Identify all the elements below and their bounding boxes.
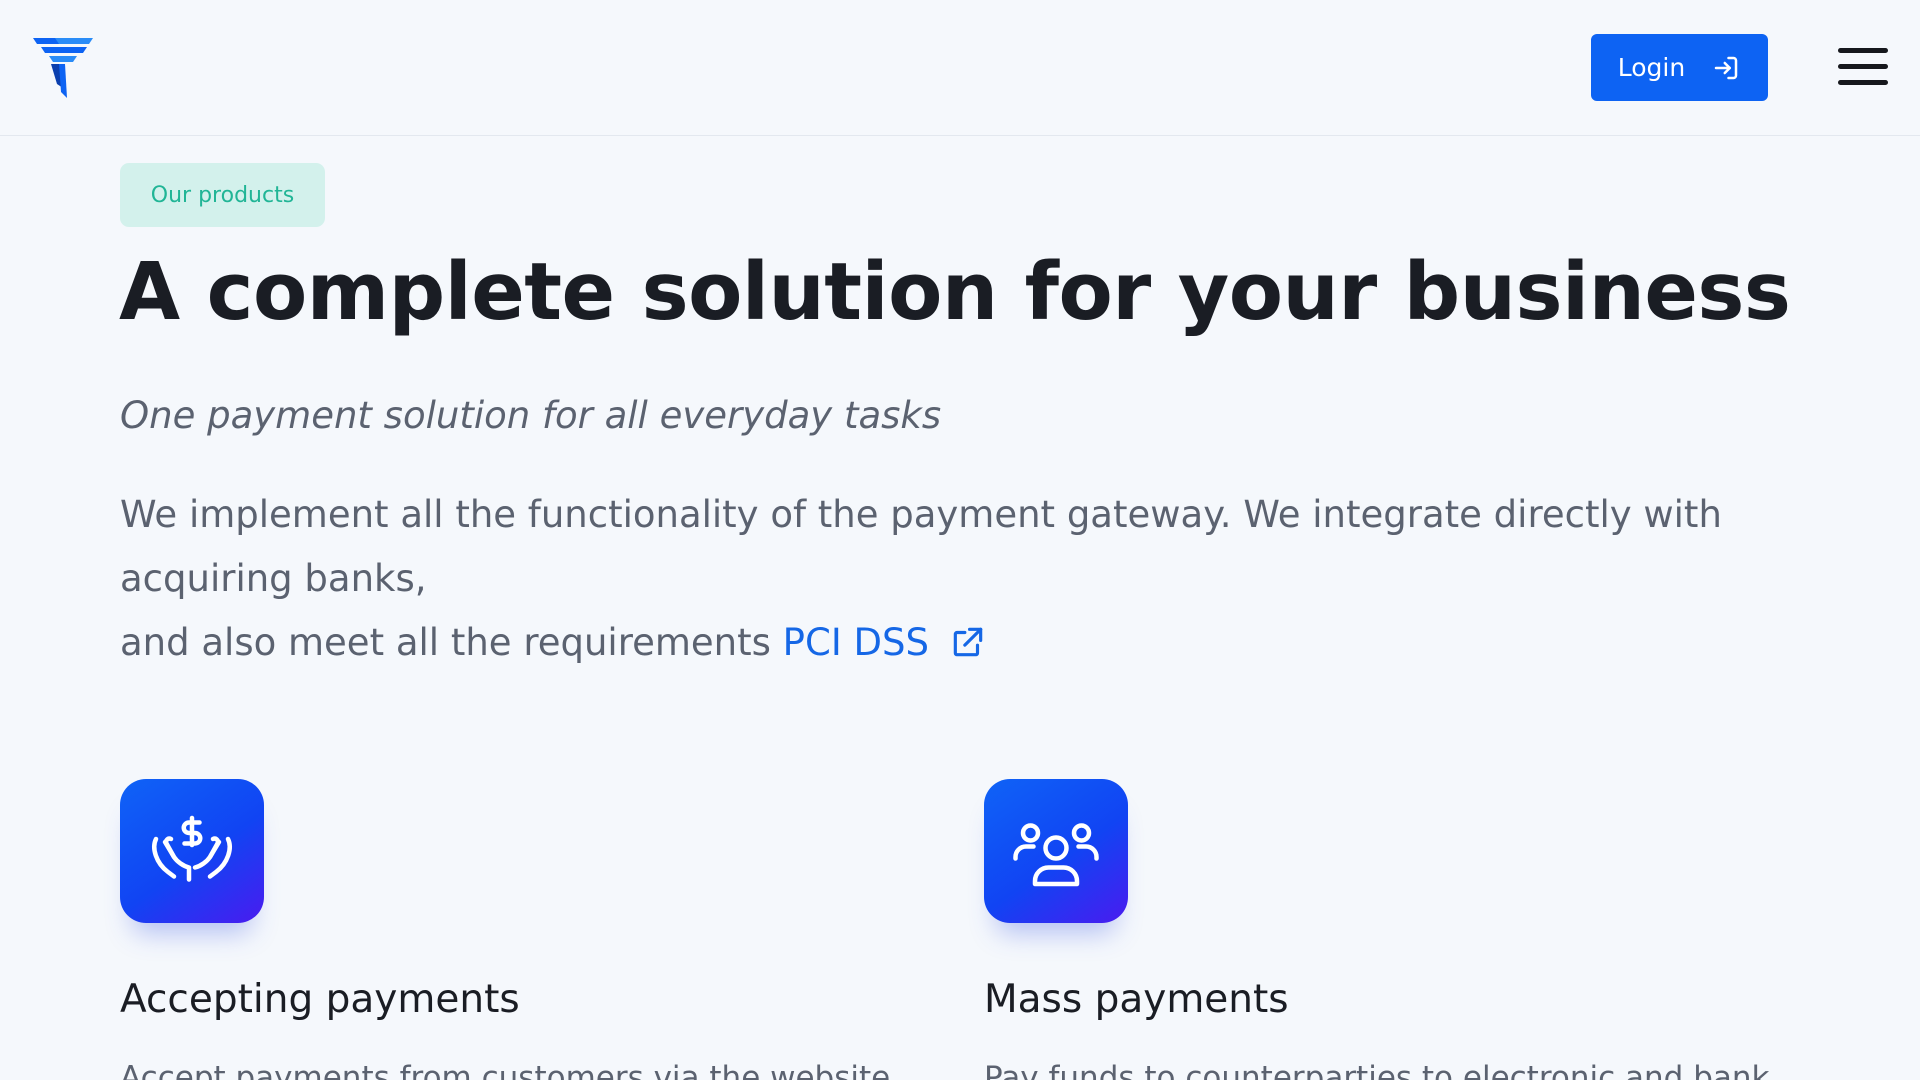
login-arrow-icon	[1714, 56, 1738, 79]
product-card-mass-payments[interactable]: Mass payments Pay funds to counterpartie…	[984, 779, 1784, 1080]
hero-description: We implement all the functionality of th…	[120, 483, 1860, 675]
page-title: A complete solution for your business	[119, 246, 1791, 338]
description-line-1: We implement all the functionality of th…	[120, 493, 1722, 536]
card-title: Accepting payments	[120, 977, 520, 1022]
card-description: Accept payments from customers via the w…	[120, 1060, 891, 1080]
hand-dollar-icon	[120, 779, 264, 923]
product-card-accepting-payments[interactable]: Accepting payments Accept payments from …	[120, 779, 920, 1080]
users-group-icon	[984, 779, 1128, 923]
login-button[interactable]: Login	[1591, 34, 1768, 101]
section-tag: Our products	[120, 163, 325, 227]
card-title: Mass payments	[984, 977, 1289, 1022]
brand-logo-icon[interactable]	[33, 34, 95, 100]
hamburger-menu-icon[interactable]	[1838, 48, 1888, 88]
pci-dss-link-label: PCI DSS	[782, 621, 929, 664]
page-subtitle: One payment solution for all everyday ta…	[120, 394, 942, 437]
description-line-2: acquiring banks,	[120, 557, 427, 600]
pci-dss-link[interactable]: PCI DSS	[783, 621, 987, 664]
description-line-3-text: and also meet all the requirements	[120, 621, 783, 664]
login-button-label: Login	[1617, 53, 1686, 82]
top-header: Login	[0, 0, 1920, 136]
description-line-3: and also meet all the requirements PCI D…	[120, 611, 1860, 675]
section-tag-label: Our products	[150, 182, 295, 208]
external-link-icon	[953, 627, 983, 657]
card-description: Pay funds to counterparties to electroni…	[984, 1060, 1770, 1080]
